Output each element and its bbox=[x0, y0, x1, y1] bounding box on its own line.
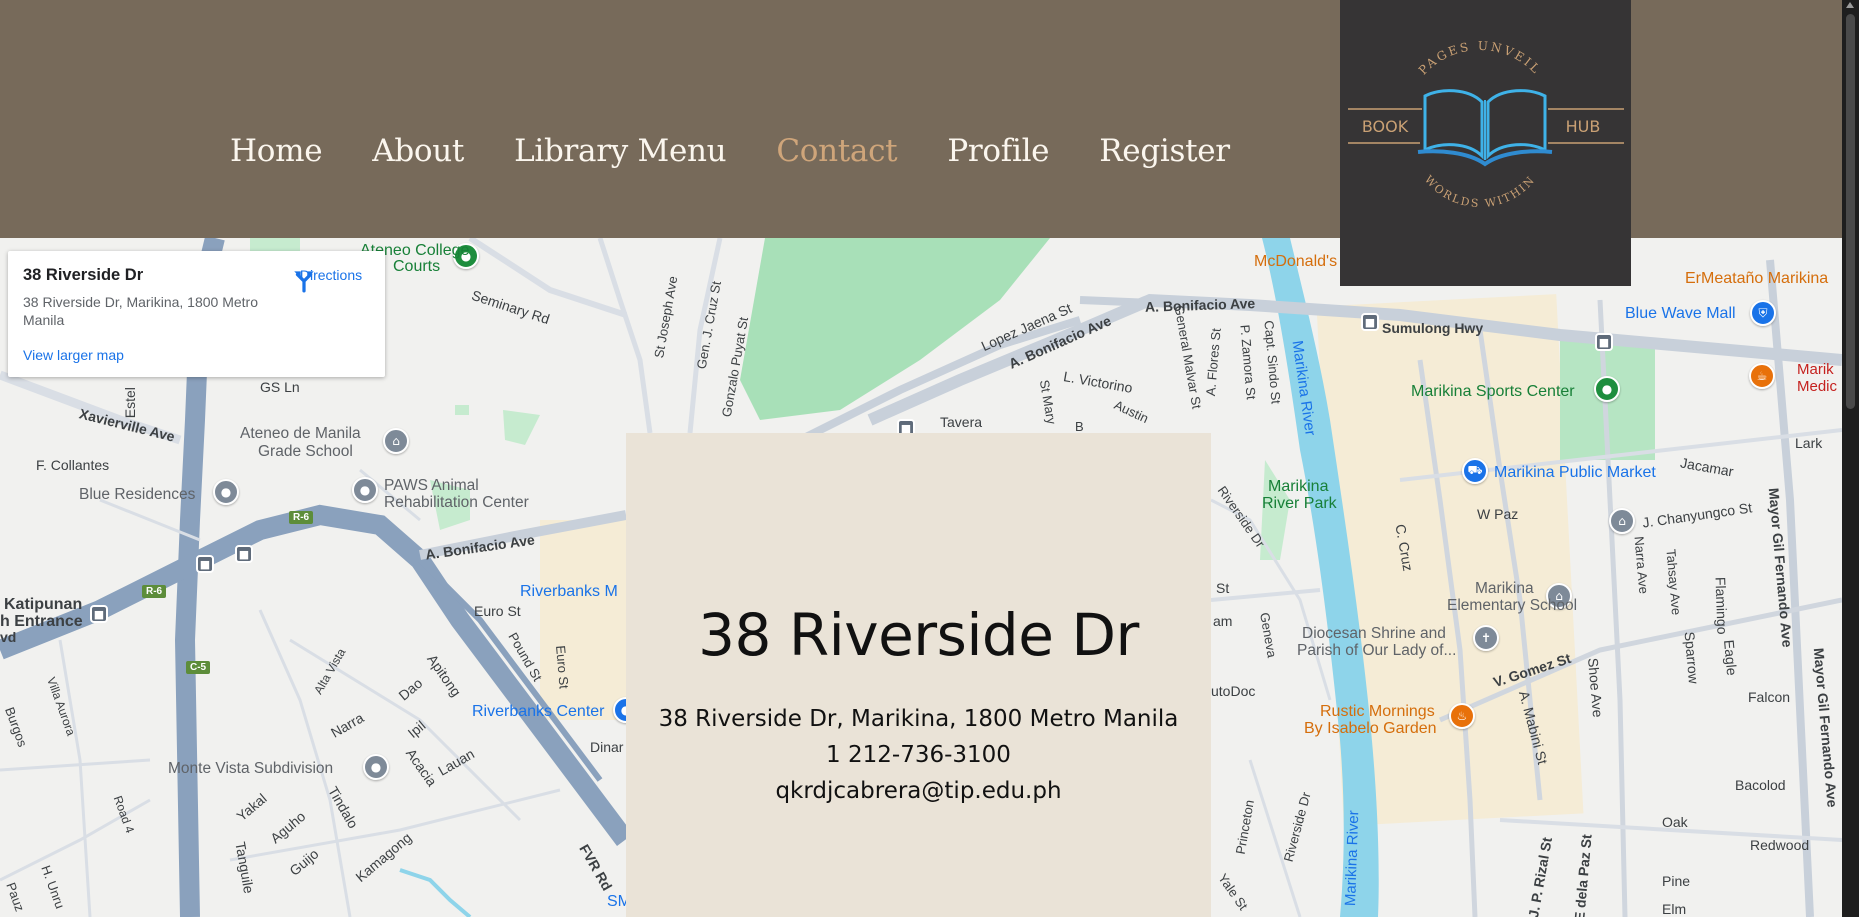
monte-vista-pin-icon[interactable]: ● bbox=[363, 754, 389, 780]
map-label: Euro St bbox=[552, 644, 572, 690]
map-label: Elementary School bbox=[1447, 597, 1578, 614]
site-logo[interactable]: PAGES UNVEIL WORLDS WITHIN BOOK HUB bbox=[1340, 0, 1631, 286]
map-label: GS Ln bbox=[260, 379, 300, 395]
cafe-pin-icon[interactable]: ☕ bbox=[1749, 363, 1775, 389]
map-label: h Entrance bbox=[0, 613, 83, 630]
route-shield-c5: C-5 bbox=[186, 661, 211, 674]
place-card-title: 38 Riverside Dr bbox=[23, 266, 144, 284]
map-label: Marik bbox=[1797, 361, 1834, 378]
directions-icon bbox=[294, 271, 314, 293]
map-label: McDonald's bbox=[1254, 253, 1338, 270]
map-label: Sumulong Hwy bbox=[1382, 320, 1484, 336]
map-label: Estel bbox=[121, 387, 138, 419]
school-pin-icon[interactable]: ⌂ bbox=[383, 428, 409, 454]
school-pin-icon-2[interactable]: ⌂ bbox=[1609, 508, 1635, 534]
map-label: Parish of Our Lady of... bbox=[1297, 642, 1457, 659]
route-shield-r6-b: R-6 bbox=[142, 585, 167, 598]
nav-about[interactable]: About bbox=[372, 133, 464, 169]
map-label: Monte Vista Subdivision bbox=[168, 760, 334, 777]
market-pin-icon[interactable]: ⛟ bbox=[1462, 458, 1488, 484]
sports-center-pin-icon[interactable]: ● bbox=[1594, 376, 1620, 402]
map-label: Medic bbox=[1797, 378, 1838, 395]
map-label: utoDoc bbox=[1211, 683, 1256, 699]
map-label: PAWS Animal bbox=[384, 477, 479, 494]
scrollbar-thumb[interactable] bbox=[1846, 14, 1855, 409]
nav-register[interactable]: Register bbox=[1099, 133, 1230, 169]
map-label: Elm bbox=[1662, 901, 1687, 917]
bus-stop-icon-3[interactable]: ■ bbox=[90, 605, 108, 623]
logo-top-text: PAGES UNVEIL bbox=[1416, 39, 1544, 78]
bus-stop-icon-4[interactable]: ■ bbox=[1361, 313, 1379, 331]
nav-home[interactable]: Home bbox=[230, 133, 323, 169]
open-book-icon bbox=[1417, 89, 1553, 167]
nav-contact[interactable]: Contact bbox=[776, 133, 897, 169]
bus-stop-icon-2[interactable]: ■ bbox=[235, 545, 253, 563]
map-label: Rehabilitation Center bbox=[384, 494, 529, 511]
scroll-up-arrow-icon[interactable] bbox=[1846, 2, 1854, 8]
map-label: St bbox=[1216, 580, 1230, 596]
map-label: By Isabelo Garden bbox=[1304, 720, 1437, 737]
map-label: Marikina Public Market bbox=[1494, 464, 1656, 481]
bus-stop-icon[interactable]: ■ bbox=[196, 555, 214, 573]
map-label: ErMeataño Marikina bbox=[1685, 270, 1829, 287]
map-label: Marikina Sports Center bbox=[1411, 383, 1575, 400]
map-label: Riverbanks M bbox=[520, 583, 618, 600]
logo-right-text: HUB bbox=[1566, 117, 1601, 136]
map-label: Blue Wave Mall bbox=[1625, 305, 1736, 322]
map-label: Eagle bbox=[1721, 639, 1741, 677]
main-nav: Home About Library Menu Contact Profile … bbox=[230, 133, 1280, 169]
map-label: am bbox=[1213, 613, 1233, 629]
map-label: F. Collantes bbox=[36, 457, 110, 473]
map-label: W Paz bbox=[1477, 506, 1519, 522]
map-label: Pine bbox=[1662, 873, 1691, 889]
logo-left-text: BOOK bbox=[1362, 117, 1409, 136]
map-label: Courts bbox=[393, 258, 441, 275]
residence-pin-icon[interactable]: ● bbox=[213, 479, 239, 505]
map-label: Blue Residences bbox=[79, 486, 196, 503]
map-label: Sparrow bbox=[1681, 630, 1703, 685]
nav-profile[interactable]: Profile bbox=[947, 133, 1049, 169]
map-label: Redwood bbox=[1750, 837, 1810, 853]
map-label: Tavera bbox=[940, 414, 983, 430]
contact-email: qkrdjcabrera@tip.edu.ph bbox=[775, 778, 1062, 804]
contact-title: 38 Riverside Dr bbox=[698, 601, 1139, 669]
contact-phone: 1 212-736-3100 bbox=[826, 742, 1011, 768]
map-label: Marikina bbox=[1475, 580, 1534, 597]
nav-library-menu[interactable]: Library Menu bbox=[514, 133, 727, 169]
map-label: Marikina bbox=[1268, 478, 1329, 495]
restaurant-pin-icon[interactable]: ♨ bbox=[1449, 703, 1475, 729]
map-label: Lark bbox=[1795, 435, 1823, 451]
map-label: Diocesan Shrine and bbox=[1302, 625, 1446, 642]
map-label: River Park bbox=[1262, 495, 1337, 512]
map-label: Dinar bbox=[590, 739, 624, 755]
directions-button[interactable]: Directions bbox=[291, 267, 371, 293]
logo-bottom-text: WORLDS WITHIN bbox=[1422, 173, 1538, 210]
map-label: Katipunan bbox=[4, 596, 83, 613]
map-label: Bacolod bbox=[1735, 777, 1786, 793]
map-label: Rustic Mornings bbox=[1320, 703, 1435, 720]
contact-address: 38 Riverside Dr, Marikina, 1800 Metro Ma… bbox=[658, 706, 1179, 732]
book-hub-logo: PAGES UNVEIL WORLDS WITHIN BOOK HUB bbox=[1348, 39, 1624, 210]
map-label: Marikina River bbox=[1342, 810, 1363, 907]
church-pin-icon[interactable]: ✝ bbox=[1473, 625, 1499, 651]
map-label: Falcon bbox=[1748, 689, 1791, 705]
map-label: Ateneo de Manila bbox=[240, 425, 361, 442]
mall-pin-icon[interactable]: ⛨ bbox=[1750, 300, 1776, 326]
place-card-address: 38 Riverside Dr, Marikina, 1800 Metro Ma… bbox=[23, 294, 258, 328]
map-label: vd bbox=[0, 629, 17, 645]
bus-stop-icon-5[interactable]: ■ bbox=[1595, 333, 1613, 351]
map-label: Flamingo bbox=[1712, 576, 1731, 635]
map-label: Grade School bbox=[258, 443, 353, 460]
map-label: Euro St bbox=[474, 603, 521, 619]
view-larger-map-link[interactable]: View larger map bbox=[23, 347, 124, 363]
map-place-card: 38 Riverside Dr 38 Riverside Dr, Marikin… bbox=[8, 251, 385, 377]
map-label: Oak bbox=[1662, 814, 1688, 830]
contact-card: 38 Riverside Dr 38 Riverside Dr, Marikin… bbox=[626, 433, 1211, 917]
paws-pin-icon[interactable]: ● bbox=[352, 477, 378, 503]
page-scrollbar[interactable] bbox=[1842, 0, 1859, 917]
route-shield-r6: R-6 bbox=[289, 511, 314, 524]
map-label: Riverbanks Center bbox=[472, 703, 605, 720]
